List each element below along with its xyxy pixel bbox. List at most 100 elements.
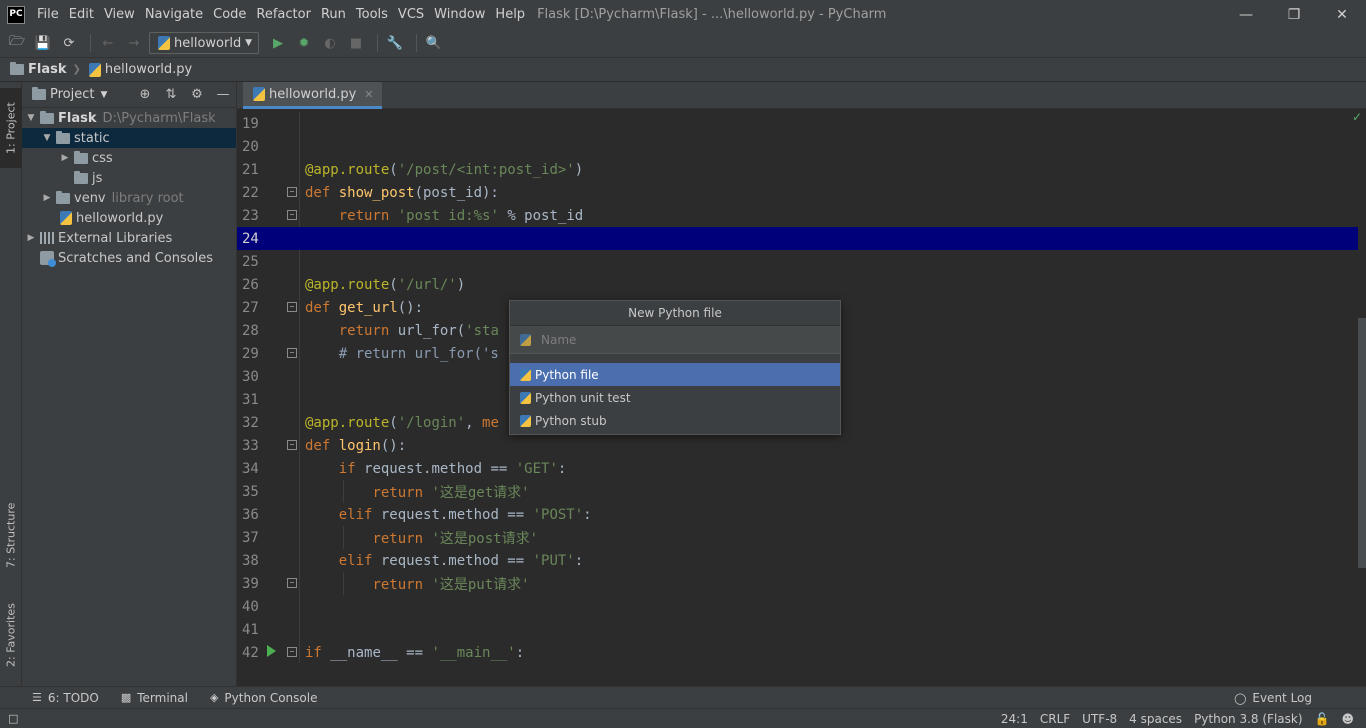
code-line[interactable]: 38 elif request.method == 'PUT': bbox=[237, 549, 1358, 572]
gutter[interactable] bbox=[267, 158, 305, 181]
code-line[interactable]: 34 if request.method == 'GET': bbox=[237, 457, 1358, 480]
event-log-button[interactable]: ◯ Event Log bbox=[1234, 691, 1312, 705]
option-python-file[interactable]: Python file bbox=[510, 363, 840, 386]
gear-icon[interactable]: ⚙ bbox=[184, 87, 210, 102]
menu-tools[interactable]: Tools bbox=[352, 7, 394, 22]
project-view-select[interactable]: Project bbox=[50, 87, 94, 102]
code-line[interactable]: 24 bbox=[237, 227, 1358, 250]
sync-icon[interactable]: ⟳ bbox=[58, 32, 80, 54]
chevron-down-icon[interactable]: ▼ bbox=[40, 133, 54, 143]
tree-item-flask[interactable]: ▼ Flask D:\Pycharm\Flask bbox=[22, 108, 236, 128]
tab-project[interactable]: 1: Project bbox=[0, 88, 22, 168]
chevron-right-icon[interactable]: ▶ bbox=[58, 153, 72, 163]
collapse-all-icon[interactable]: ⇅ bbox=[158, 87, 184, 102]
gutter[interactable] bbox=[267, 595, 305, 618]
name-field[interactable] bbox=[510, 326, 840, 354]
code-line[interactable]: 22 − def show_post(post_id): bbox=[237, 181, 1358, 204]
tab-structure[interactable]: 7: Structure bbox=[0, 492, 22, 578]
back-arrow-icon[interactable]: ← bbox=[97, 32, 119, 54]
option-python-unit-test[interactable]: Python unit test bbox=[510, 386, 840, 409]
interpreter-widget[interactable]: Python 3.8 (Flask) bbox=[1194, 712, 1302, 726]
tree-item-scratches[interactable]: Scratches and Consoles bbox=[22, 248, 236, 268]
menu-edit[interactable]: Edit bbox=[65, 7, 100, 22]
gutter[interactable] bbox=[267, 250, 305, 273]
fold-marker-icon[interactable]: − bbox=[287, 210, 297, 220]
menu-code[interactable]: Code bbox=[209, 7, 252, 22]
gutter[interactable]: − bbox=[267, 342, 305, 365]
fold-marker-icon[interactable]: − bbox=[287, 647, 297, 657]
code-line[interactable]: 35 return '这是get请求' bbox=[237, 480, 1358, 503]
tree-item-helloworld[interactable]: helloworld.py bbox=[22, 208, 236, 228]
gutter[interactable]: − bbox=[267, 204, 305, 227]
gutter[interactable]: − bbox=[267, 641, 305, 663]
name-input[interactable] bbox=[541, 332, 831, 347]
gutter[interactable]: − bbox=[267, 572, 305, 595]
gutter[interactable] bbox=[267, 411, 305, 434]
gutter[interactable] bbox=[267, 388, 305, 411]
editor-scrollbar-thumb[interactable] bbox=[1358, 318, 1366, 568]
tab-helloworld[interactable]: helloworld.py ✕ bbox=[243, 82, 382, 109]
fold-marker-icon[interactable]: − bbox=[287, 348, 297, 358]
breadcrumb-file[interactable]: helloworld.py bbox=[87, 62, 192, 77]
menu-run[interactable]: Run bbox=[317, 7, 352, 22]
gutter[interactable] bbox=[267, 549, 305, 572]
tab-favorites[interactable]: 2: Favorites bbox=[0, 592, 22, 678]
lock-icon[interactable]: 🔓 bbox=[1315, 712, 1330, 726]
terminal-button[interactable]: ▩ Terminal bbox=[121, 691, 188, 705]
save-all-icon[interactable]: 💾 bbox=[32, 32, 54, 54]
line-separator-widget[interactable]: CRLF bbox=[1040, 712, 1070, 726]
close-icon[interactable]: ✕ bbox=[364, 88, 373, 101]
menu-help[interactable]: Help bbox=[491, 7, 531, 22]
tree-item-external-libraries[interactable]: ▶ External Libraries bbox=[22, 228, 236, 248]
tree-item-venv[interactable]: ▶ venv library root bbox=[22, 188, 236, 208]
indent-widget[interactable]: 4 spaces bbox=[1129, 712, 1182, 726]
menu-refactor[interactable]: Refactor bbox=[252, 7, 317, 22]
code-line[interactable]: 37 return '这是post请求' bbox=[237, 526, 1358, 549]
inspector-icon[interactable]: ☻ bbox=[1341, 712, 1354, 726]
gutter[interactable] bbox=[267, 112, 305, 135]
toggle-tool-windows-icon[interactable]: □ bbox=[8, 712, 18, 725]
code-line[interactable]: 20 bbox=[237, 135, 1358, 158]
fold-marker-icon[interactable]: − bbox=[287, 578, 297, 588]
menu-file[interactable]: File bbox=[33, 7, 65, 22]
open-folder-icon[interactable]: 🗁 bbox=[6, 32, 28, 54]
fold-marker-icon[interactable]: − bbox=[287, 187, 297, 197]
run-gutter-icon[interactable] bbox=[267, 645, 276, 657]
code-line[interactable]: 41 bbox=[237, 618, 1358, 641]
tree-item-js[interactable]: js bbox=[22, 168, 236, 188]
hide-icon[interactable]: — bbox=[210, 87, 236, 102]
todo-button[interactable]: ☰ 6: TODO bbox=[32, 691, 99, 705]
close-icon[interactable]: ✕ bbox=[1318, 0, 1366, 29]
chevron-down-icon[interactable]: ▼ bbox=[100, 90, 107, 100]
run-configuration-select[interactable]: helloworld ▼ bbox=[149, 32, 259, 54]
python-console-button[interactable]: ◈ Python Console bbox=[210, 691, 318, 705]
inspection-ok-icon[interactable]: ✓ bbox=[1352, 110, 1362, 124]
chevron-right-icon[interactable]: ▶ bbox=[24, 233, 38, 243]
locate-icon[interactable]: ⊕ bbox=[132, 87, 158, 102]
chevron-down-icon[interactable]: ▼ bbox=[24, 113, 38, 123]
gutter[interactable]: − bbox=[267, 181, 305, 204]
tree-item-css[interactable]: ▶ css bbox=[22, 148, 236, 168]
gutter[interactable] bbox=[267, 227, 305, 250]
fold-marker-icon[interactable]: − bbox=[287, 302, 297, 312]
code-line[interactable]: 33 − def login(): bbox=[237, 434, 1358, 457]
gutter[interactable] bbox=[267, 135, 305, 158]
code-line[interactable]: 21 @app.route('/post/<int:post_id>') bbox=[237, 158, 1358, 181]
code-line[interactable]: 23 − return 'post id:%s' % post_id bbox=[237, 204, 1358, 227]
fold-marker-icon[interactable]: − bbox=[287, 440, 297, 450]
encoding-widget[interactable]: UTF-8 bbox=[1082, 712, 1117, 726]
coverage-icon[interactable]: ◐ bbox=[319, 32, 341, 54]
wrench-icon[interactable]: 🔧 bbox=[384, 32, 406, 54]
menu-view[interactable]: View bbox=[100, 7, 141, 22]
code-line[interactable]: 25 bbox=[237, 250, 1358, 273]
minimize-icon[interactable]: — bbox=[1222, 0, 1270, 29]
gutter[interactable] bbox=[267, 526, 305, 549]
code-line[interactable]: 40 bbox=[237, 595, 1358, 618]
chevron-right-icon[interactable]: ▶ bbox=[40, 193, 54, 203]
tree-item-static[interactable]: ▼ static bbox=[22, 128, 236, 148]
gutter[interactable] bbox=[267, 618, 305, 641]
breadcrumb-project[interactable]: Flask bbox=[8, 62, 67, 77]
code-line[interactable]: 42 − if __name__ == '__main__': bbox=[237, 641, 1358, 663]
menu-window[interactable]: Window bbox=[430, 7, 491, 22]
gutter[interactable] bbox=[267, 480, 305, 503]
